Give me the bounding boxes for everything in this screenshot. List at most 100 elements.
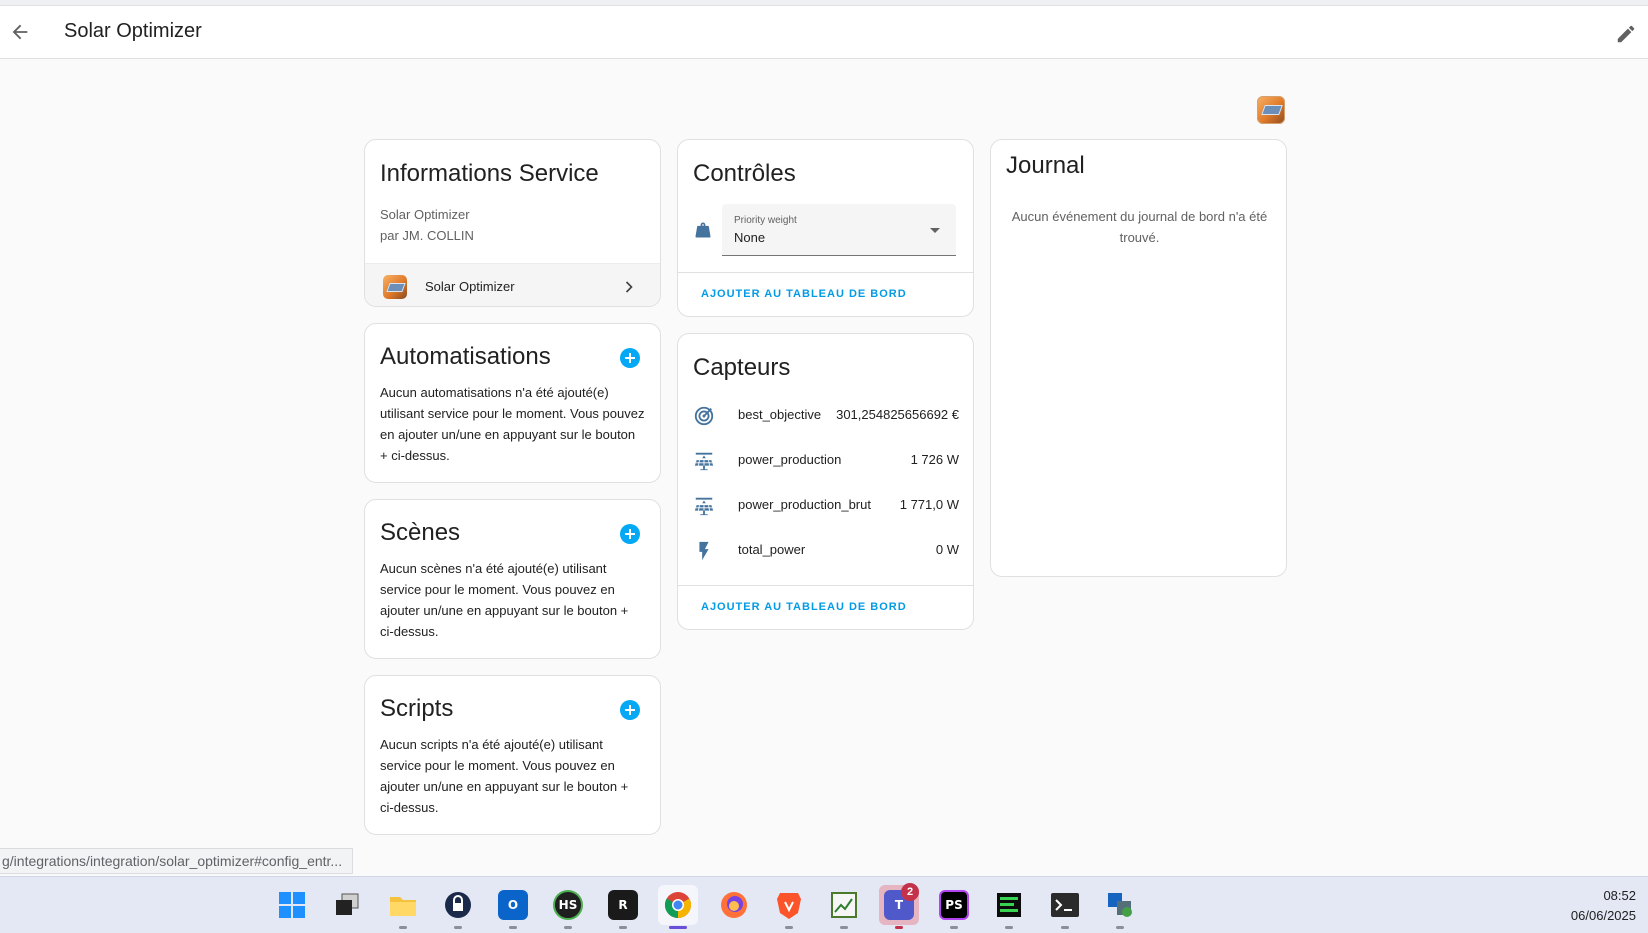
clock-time: 08:52	[1603, 888, 1636, 903]
solar-panel-icon	[694, 497, 714, 516]
controls-card-actions: AJOUTER AU TABLEAU DE BORD	[678, 272, 973, 316]
arrow-left-icon	[12, 24, 28, 40]
pencil-icon	[1617, 25, 1635, 43]
device-label: Solar Optimizer	[425, 279, 515, 294]
weight-icon	[695, 222, 711, 238]
chrome-icon	[664, 892, 692, 919]
sensor-value: 1 771,0 W	[899, 497, 959, 512]
controls-title: Contrôles	[693, 160, 796, 187]
running-indicator	[1116, 926, 1124, 929]
chart-app-icon	[831, 892, 857, 918]
teams-button[interactable]: T 2	[879, 883, 919, 929]
terminal-button[interactable]	[1045, 885, 1085, 929]
password-manager-button[interactable]	[438, 885, 478, 929]
device-link-row[interactable]: Solar Optimizer	[365, 263, 660, 306]
windows-start-button[interactable]	[272, 885, 312, 925]
running-indicator	[619, 926, 627, 929]
lightning-bolt-icon	[699, 541, 709, 561]
sensor-name: best_objective	[738, 407, 822, 422]
info-card-title: Informations Service	[380, 160, 599, 187]
automations-card: Automatisations Aucun automatisations n'…	[364, 323, 661, 483]
journal-empty-text: Aucun événement du journal de bord n'a é…	[1011, 209, 1268, 245]
remote-app-icon: R	[608, 890, 638, 920]
priority-weight-select[interactable]: Priority weight None	[722, 204, 956, 256]
hs-app-icon: HS	[553, 890, 583, 920]
running-indicator	[895, 926, 903, 929]
sensor-name: power_production_brut	[738, 497, 871, 512]
notification-badge: 2	[901, 883, 919, 901]
task-view-button[interactable]	[327, 885, 367, 925]
scenes-empty-text: Aucun scènes n'a été ajouté(e) utilisant…	[380, 561, 629, 639]
running-indicator	[399, 926, 407, 929]
running-indicator	[840, 926, 848, 929]
terminal-green-button[interactable]	[989, 885, 1029, 929]
service-name: Solar Optimizer	[380, 207, 470, 222]
terminal-icon	[1051, 893, 1079, 917]
lock-icon	[445, 892, 471, 918]
chrome-button[interactable]	[658, 885, 698, 929]
url-status-bar: g/integrations/integration/solar_optimiz…	[0, 848, 354, 874]
remote-app-button[interactable]: R	[603, 885, 643, 929]
outlook-icon: O	[498, 890, 528, 920]
add-automation-button[interactable]	[620, 348, 640, 368]
network-tool-button[interactable]	[1100, 885, 1140, 929]
back-button[interactable]	[6, 18, 34, 46]
brave-button[interactable]	[769, 885, 809, 929]
sensor-row[interactable]: power_production 1 726 W	[678, 438, 973, 482]
running-indicator	[454, 926, 462, 929]
priority-weight-value: None	[734, 230, 766, 245]
scripts-card: Scripts Aucun scripts n'a été ajouté(e) …	[364, 675, 661, 835]
automations-empty-text: Aucun automatisations n'a été ajouté(e) …	[380, 385, 645, 463]
sensors-add-to-dashboard-button[interactable]: AJOUTER AU TABLEAU DE BORD	[701, 601, 907, 613]
scripts-empty-text: Aucun scripts n'a été ajouté(e) utilisan…	[380, 737, 629, 815]
scenes-card: Scènes Aucun scènes n'a été ajouté(e) ut…	[364, 499, 661, 659]
task-view-icon	[336, 893, 359, 915]
sensor-value: 0 W	[935, 542, 959, 557]
edit-button[interactable]	[1612, 20, 1640, 48]
windows-logo-icon	[279, 892, 305, 918]
device-logo	[383, 275, 407, 299]
clock-date: 06/06/2025	[1570, 908, 1636, 923]
running-indicator	[1005, 926, 1013, 929]
priority-weight-label: Priority weight	[734, 215, 797, 226]
running-indicator	[669, 926, 687, 929]
journal-card: Journal Aucun événement du journal de bo…	[990, 139, 1287, 577]
phpstorm-icon: PS	[939, 890, 969, 920]
running-indicator	[950, 926, 958, 929]
controls-add-to-dashboard-button[interactable]: AJOUTER AU TABLEAU DE BORD	[701, 288, 907, 300]
add-script-button[interactable]	[620, 700, 640, 720]
monitor-app-button[interactable]	[824, 885, 864, 929]
sensor-name: power_production	[738, 452, 842, 467]
network-tool-icon	[1108, 893, 1132, 917]
taskbar: O HS R T 2 PS 08:52 06/06/2025	[0, 876, 1648, 933]
phpstorm-button[interactable]: PS	[934, 885, 974, 929]
chevron-right-icon	[625, 281, 633, 293]
sensor-row[interactable]: power_production_brut 1 771,0 W	[678, 483, 973, 527]
running-indicator	[509, 926, 517, 929]
sensor-value: 301,254825656692 €	[836, 407, 959, 422]
outlook-button[interactable]: O	[493, 885, 533, 929]
add-scene-button[interactable]	[620, 524, 640, 544]
scripts-title: Scripts	[380, 695, 454, 722]
firefox-icon	[721, 892, 747, 918]
sensors-card-actions: AJOUTER AU TABLEAU DE BORD	[678, 585, 973, 629]
brave-lion-icon	[777, 893, 801, 919]
scenes-title: Scènes	[380, 519, 461, 546]
terminal-green-icon	[997, 893, 1021, 917]
system-clock[interactable]: 08:52 06/06/2025	[1571, 886, 1636, 926]
info-card: Informations Service Solar Optimizer par…	[364, 139, 661, 307]
hs-app-button[interactable]: HS	[548, 885, 588, 929]
automations-title: Automatisations	[380, 343, 551, 370]
sensor-value: 1 726 W	[910, 452, 959, 467]
sensor-row[interactable]: best_objective 301,254825656692 €	[678, 393, 973, 437]
firefox-button[interactable]	[714, 885, 754, 925]
sensor-row[interactable]: total_power 0 W	[678, 528, 973, 572]
solar-panel-icon	[694, 452, 714, 471]
folder-icon	[390, 897, 416, 916]
page-title: Solar Optimizer	[64, 20, 202, 42]
sensors-title: Capteurs	[693, 354, 791, 381]
caret-down-icon	[930, 228, 940, 233]
journal-title: Journal	[1006, 152, 1085, 179]
file-explorer-button[interactable]	[383, 885, 423, 929]
running-indicator	[1061, 926, 1069, 929]
